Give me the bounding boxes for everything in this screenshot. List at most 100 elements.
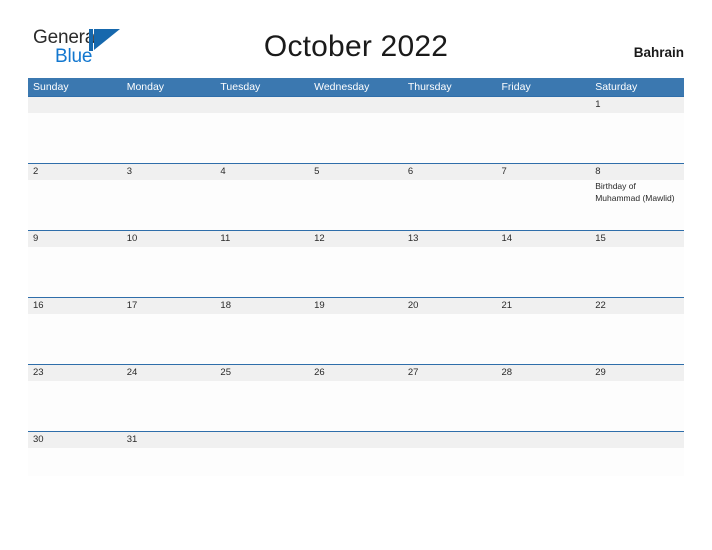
weekday-header-thursday: Thursday	[407, 81, 452, 93]
day-number[interactable]: 7	[497, 164, 591, 180]
day-number[interactable]: 18	[215, 298, 309, 314]
day-number[interactable]	[309, 97, 403, 113]
day-event	[403, 180, 497, 230]
day-number[interactable]: 26	[309, 365, 403, 381]
day-event	[122, 247, 216, 297]
day-number[interactable]: 6	[403, 164, 497, 180]
day-event	[122, 381, 216, 431]
day-number[interactable]: 10	[122, 231, 216, 247]
day-event	[497, 448, 591, 476]
day-event	[309, 314, 403, 364]
day-number[interactable]	[590, 432, 684, 448]
day-event	[309, 381, 403, 431]
day-event	[215, 247, 309, 297]
day-event	[215, 381, 309, 431]
week-row: 30 31	[28, 431, 684, 476]
day-number[interactable]: 3	[122, 164, 216, 180]
calendar-page: General Blue October 2022 Bahrain Sunday…	[0, 0, 712, 550]
day-number[interactable]: 15	[590, 231, 684, 247]
day-number[interactable]: 28	[497, 365, 591, 381]
day-number[interactable]: 11	[215, 231, 309, 247]
day-event	[309, 247, 403, 297]
day-event	[122, 314, 216, 364]
day-number[interactable]	[403, 432, 497, 448]
holiday-event: Birthday of Muhammad (Mawlid)	[595, 181, 675, 203]
day-event	[403, 247, 497, 297]
week-event-band	[28, 247, 684, 297]
day-event	[122, 180, 216, 230]
week-row: 2 3 4 5 6 7 8 Birthday of Muhammad (Mawl…	[28, 163, 684, 230]
day-number[interactable]: 30	[28, 432, 122, 448]
day-event	[309, 180, 403, 230]
week-number-band: 9 10 11 12 13 14 15	[28, 231, 684, 247]
day-number[interactable]: 23	[28, 365, 122, 381]
day-number[interactable]: 14	[497, 231, 591, 247]
day-number[interactable]: 4	[215, 164, 309, 180]
week-event-band	[28, 381, 684, 431]
day-number[interactable]: 17	[122, 298, 216, 314]
week-row: 9 10 11 12 13 14 15	[28, 230, 684, 297]
day-event	[590, 381, 684, 431]
day-event	[215, 113, 309, 163]
day-event	[497, 314, 591, 364]
day-number[interactable]: 31	[122, 432, 216, 448]
day-event	[28, 314, 122, 364]
day-event	[590, 113, 684, 163]
week-event-band	[28, 448, 684, 476]
day-event	[590, 247, 684, 297]
day-number[interactable]	[28, 97, 122, 113]
weekday-header-tuesday: Tuesday	[220, 81, 261, 93]
day-event	[215, 180, 309, 230]
day-number[interactable]	[403, 97, 497, 113]
week-number-band: 16 17 18 19 20 21 22	[28, 298, 684, 314]
day-event	[309, 448, 403, 476]
day-number[interactable]: 8	[590, 164, 684, 180]
day-event	[403, 113, 497, 163]
day-number[interactable]: 19	[309, 298, 403, 314]
day-event	[28, 113, 122, 163]
day-number[interactable]: 29	[590, 365, 684, 381]
day-event	[309, 113, 403, 163]
day-number[interactable]: 25	[215, 365, 309, 381]
day-event	[497, 247, 591, 297]
week-row: 16 17 18 19 20 21 22	[28, 297, 684, 364]
day-event	[590, 448, 684, 476]
day-number[interactable]: 20	[403, 298, 497, 314]
week-number-band: 23 24 25 26 27 28 29	[28, 365, 684, 381]
day-number[interactable]: 1	[590, 97, 684, 113]
day-number[interactable]: 12	[309, 231, 403, 247]
day-event	[497, 381, 591, 431]
day-number[interactable]: 22	[590, 298, 684, 314]
day-event	[28, 448, 122, 476]
week-event-band	[28, 113, 684, 163]
day-event	[28, 247, 122, 297]
day-event	[215, 314, 309, 364]
calendar-table: Sunday Monday Tuesday Wednesday Thursday…	[28, 78, 684, 476]
week-event-band: Birthday of Muhammad (Mawlid)	[28, 180, 684, 230]
day-number[interactable]	[309, 432, 403, 448]
day-event	[122, 448, 216, 476]
week-number-band: 30 31	[28, 432, 684, 448]
day-number[interactable]: 13	[403, 231, 497, 247]
day-number[interactable]	[497, 97, 591, 113]
week-row: 1	[28, 96, 684, 163]
day-number[interactable]: 16	[28, 298, 122, 314]
page-title: October 2022	[263, 30, 449, 63]
week-number-band: 2 3 4 5 6 7 8	[28, 164, 684, 180]
day-number[interactable]	[215, 432, 309, 448]
day-number[interactable]: 27	[403, 365, 497, 381]
weekday-header-friday: Friday	[501, 81, 531, 93]
day-number[interactable]: 24	[122, 365, 216, 381]
day-event	[403, 381, 497, 431]
day-number[interactable]: 21	[497, 298, 591, 314]
day-number[interactable]	[215, 97, 309, 113]
weekday-header-sunday: Sunday	[33, 81, 69, 93]
week-event-band	[28, 314, 684, 364]
day-number[interactable]: 2	[28, 164, 122, 180]
day-number[interactable]: 9	[28, 231, 122, 247]
weekday-header-monday: Monday	[126, 81, 165, 93]
day-number[interactable]: 5	[309, 164, 403, 180]
day-number[interactable]	[497, 432, 591, 448]
day-number[interactable]	[122, 97, 216, 113]
day-event	[403, 448, 497, 476]
